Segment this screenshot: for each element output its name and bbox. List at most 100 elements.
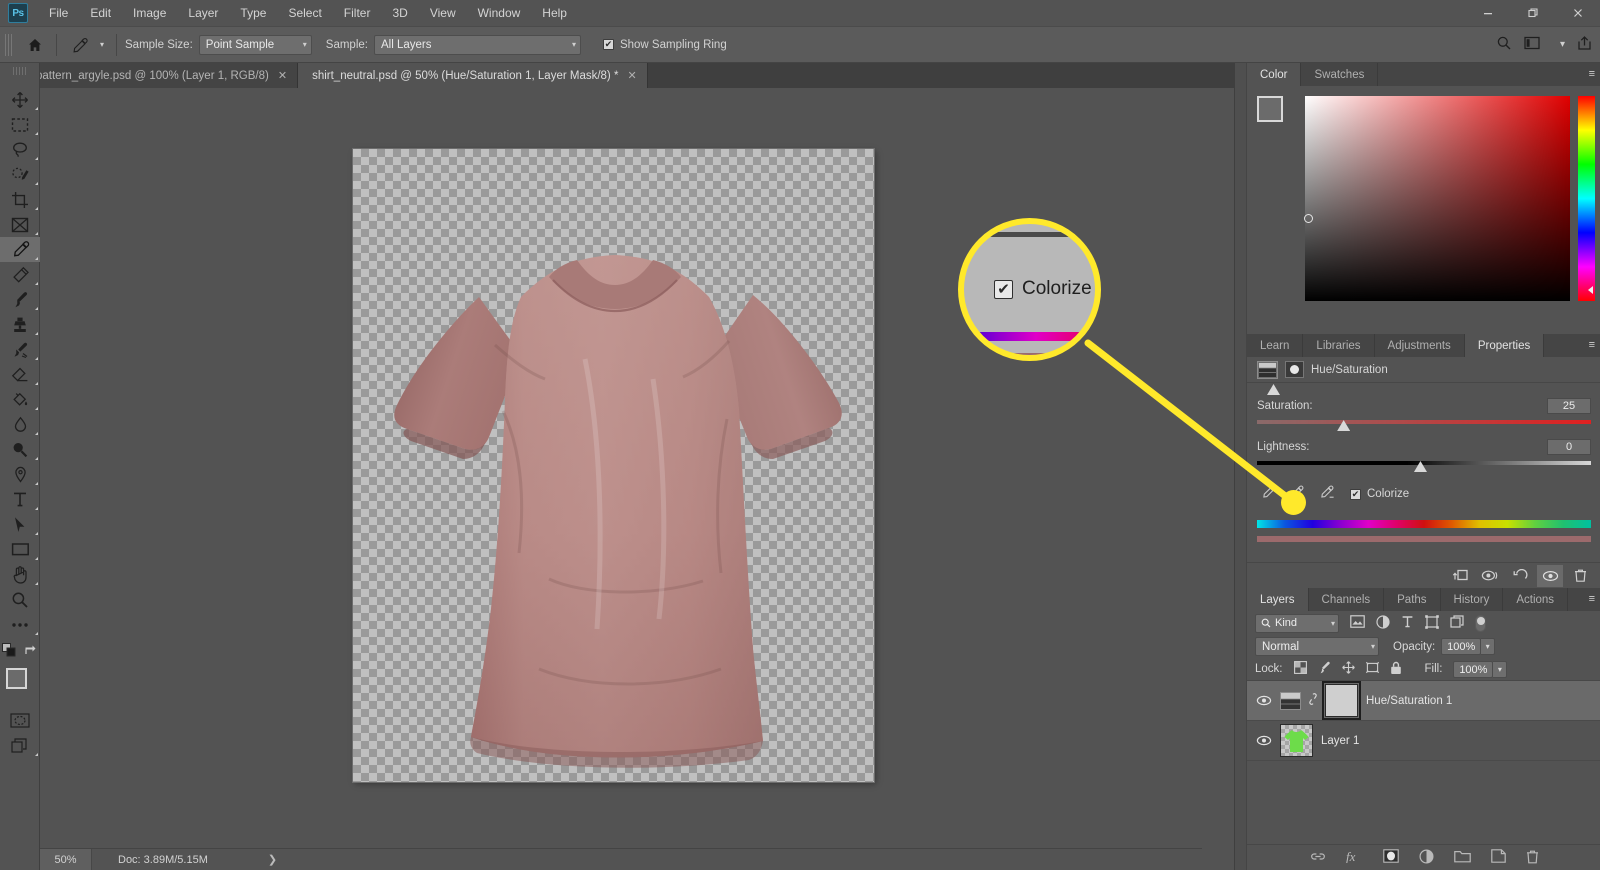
menu-3d[interactable]: 3D	[381, 2, 418, 24]
menu-window[interactable]: Window	[467, 2, 532, 24]
tab-learn[interactable]: Learn	[1247, 334, 1304, 357]
chevron-down-icon[interactable]: ▾	[100, 40, 104, 49]
edit-toolbar-button[interactable]	[0, 612, 40, 637]
sample-size-select[interactable]: Point Sample ▾	[198, 34, 312, 55]
rectangle-tool[interactable]	[0, 537, 40, 562]
saturation-slider-track[interactable]	[1257, 416, 1591, 431]
home-icon[interactable]	[22, 32, 48, 58]
tab-actions[interactable]: Actions	[1503, 588, 1569, 611]
reset-icon[interactable]	[1507, 565, 1533, 587]
clip-to-layer-icon[interactable]	[1447, 565, 1473, 587]
eyedropper-add-icon[interactable]	[1289, 485, 1306, 503]
pixel-filter-icon[interactable]	[1350, 615, 1365, 631]
dock-grip[interactable]	[1235, 63, 1247, 870]
menu-help[interactable]: Help	[531, 2, 578, 24]
lasso-tool[interactable]	[0, 137, 40, 162]
opacity-value[interactable]: 100%	[1441, 638, 1482, 655]
lock-artboard-icon[interactable]	[1365, 661, 1379, 677]
link-icon[interactable]	[1310, 851, 1326, 865]
layers-panel-menu-icon[interactable]: ≡	[1589, 593, 1596, 605]
hue-slider-track[interactable]	[1257, 384, 1591, 395]
brush-tool[interactable]	[0, 287, 40, 312]
mask-icon[interactable]	[1382, 849, 1399, 866]
lightness-slider-track[interactable]	[1257, 457, 1591, 472]
quick-selection-tool[interactable]	[0, 162, 40, 187]
zoom-level[interactable]: 50%	[40, 848, 92, 870]
preview-eye-icon[interactable]	[1477, 565, 1503, 587]
color-field-cursor[interactable]	[1304, 214, 1313, 223]
properties-panel-menu-icon[interactable]: ≡	[1589, 339, 1596, 351]
fill-value[interactable]: 100%	[1453, 660, 1494, 678]
tab-paths[interactable]: Paths	[1384, 588, 1441, 611]
swap-colors-icon[interactable]	[24, 643, 37, 660]
new-layer-icon[interactable]	[1490, 849, 1506, 866]
frame-tool[interactable]	[0, 212, 40, 237]
minimize-button[interactable]	[1465, 0, 1510, 26]
paint-bucket-tool[interactable]	[0, 387, 40, 412]
close-button[interactable]	[1555, 0, 1600, 26]
filter-toggle-switch[interactable]	[1475, 614, 1486, 632]
workspace-icon[interactable]	[1524, 36, 1540, 53]
crop-tool[interactable]	[0, 187, 40, 212]
fx-icon[interactable]: fx	[1346, 849, 1363, 866]
saturation-value-field[interactable]	[1304, 96, 1570, 301]
fill-stepper-icon[interactable]: ▾	[1493, 660, 1508, 678]
opacity-stepper-icon[interactable]: ▾	[1481, 638, 1496, 655]
foreground-color-swatch[interactable]	[1257, 96, 1283, 122]
menu-edit[interactable]: Edit	[79, 2, 122, 24]
layer-visibility-icon[interactable]	[1255, 735, 1272, 746]
sample-select[interactable]: All Layers ▾	[373, 34, 581, 55]
filter-kind-select[interactable]: Kind ▾	[1255, 613, 1339, 633]
adjustment-filter-icon[interactable]	[1376, 614, 1390, 632]
blend-mode-select[interactable]: Normal ▾	[1255, 637, 1379, 656]
zoom-tool[interactable]	[0, 587, 40, 612]
lock-all-icon[interactable]	[1390, 661, 1402, 678]
canvas-area[interactable]	[40, 88, 1202, 832]
tab-pattern-argyle[interactable]: pattern_argyle.psd @ 100% (Layer 1, RGB/…	[22, 63, 299, 88]
eraser-tool[interactable]	[0, 362, 40, 387]
smart-object-filter-icon[interactable]	[1450, 614, 1464, 632]
path-selection-tool[interactable]	[0, 512, 40, 537]
hand-tool[interactable]	[0, 562, 40, 587]
eyedropper-icon[interactable]	[1261, 485, 1276, 503]
status-expand-icon[interactable]: ❯	[268, 853, 277, 866]
trash-icon[interactable]	[1526, 849, 1539, 867]
document-artboard[interactable]	[353, 149, 874, 782]
mask-icon[interactable]	[1285, 361, 1304, 378]
tab-libraries[interactable]: Libraries	[1303, 334, 1375, 357]
dodge-tool[interactable]	[0, 437, 40, 462]
layer-mask-thumbnail[interactable]	[1322, 681, 1361, 720]
clone-stamp-tool[interactable]	[0, 312, 40, 337]
color-panel-swatches[interactable]	[1257, 96, 1297, 138]
tool-preset-picker[interactable]: ▾	[65, 36, 108, 54]
layer-row-layer-1[interactable]: Layer 1	[1247, 721, 1600, 761]
show-sampling-ring-checkbox[interactable]	[602, 39, 614, 50]
toolbar-grip[interactable]	[13, 67, 27, 75]
hue-slider-thumb[interactable]	[1267, 384, 1281, 395]
tab-history[interactable]: History	[1441, 588, 1504, 611]
restore-button[interactable]	[1510, 0, 1555, 26]
close-icon[interactable]: ✕	[278, 69, 287, 82]
lock-image-icon[interactable]	[1318, 661, 1331, 677]
colorize-control[interactable]: Colorize	[1350, 488, 1409, 500]
default-colors-icon[interactable]	[2, 643, 16, 660]
tab-adjustments[interactable]: Adjustments	[1375, 334, 1465, 357]
type-tool[interactable]	[0, 487, 40, 512]
visibility-icon[interactable]	[1537, 564, 1563, 587]
menu-view[interactable]: View	[419, 2, 467, 24]
foreground-color-swatch[interactable]	[6, 668, 27, 689]
healing-brush-tool[interactable]	[0, 262, 40, 287]
screen-mode-toggle[interactable]	[0, 733, 40, 758]
adjustment-thumbnail[interactable]	[1280, 691, 1301, 710]
type-filter-icon[interactable]	[1401, 615, 1414, 631]
layer-thumbnail[interactable]	[1280, 724, 1313, 757]
menu-layer[interactable]: Layer	[177, 2, 229, 24]
tab-swatches[interactable]: Swatches	[1301, 63, 1379, 86]
hue-slider-marker[interactable]	[1588, 286, 1593, 294]
tab-layers[interactable]: Layers	[1247, 588, 1309, 611]
colorize-checkbox[interactable]	[1350, 488, 1361, 500]
tab-channels[interactable]: Channels	[1309, 588, 1385, 611]
pen-tool[interactable]	[0, 462, 40, 487]
layer-row-hue-saturation[interactable]: Hue/Saturation 1	[1247, 681, 1600, 721]
quick-mask-toggle[interactable]	[0, 708, 40, 733]
